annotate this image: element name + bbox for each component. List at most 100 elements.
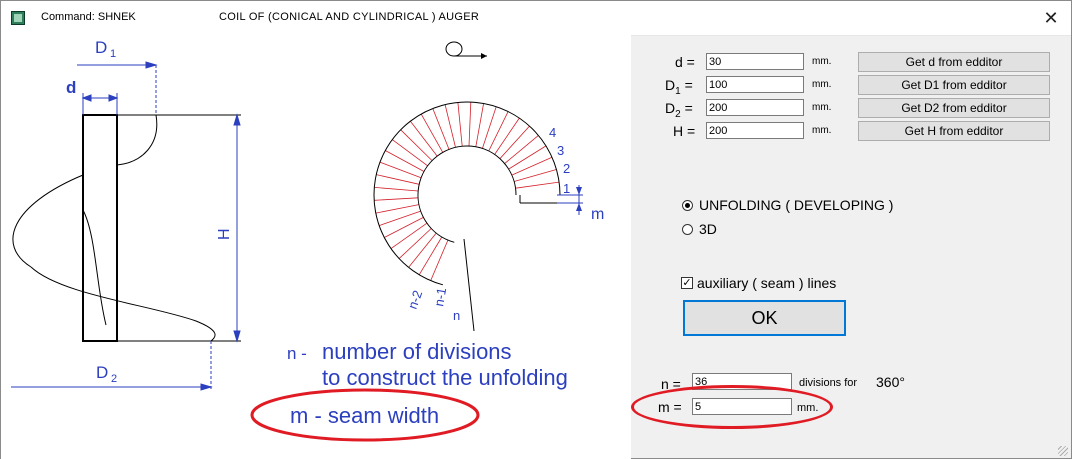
division-line — [430, 239, 449, 281]
unfolding-shape — [373, 41, 583, 332]
auger-diagram: D 1 d H D 2 1 2 3 4 n n-1 n-2 m n - numb… — [1, 35, 631, 459]
d1-label-eq: = — [684, 77, 693, 93]
unfolding-radio[interactable] — [682, 199, 693, 211]
d2-input[interactable] — [706, 99, 804, 116]
division-line — [408, 232, 437, 268]
division-line — [508, 145, 547, 170]
d1-label-main: D — [665, 77, 676, 93]
m-explanation: m - seam width — [290, 403, 439, 428]
d-arrow-left — [81, 94, 92, 102]
division-line — [374, 187, 419, 192]
division-line — [515, 181, 560, 189]
n-explanation-line2: to construct the unfolding — [322, 365, 568, 390]
command-name: Command: SHNEK — [41, 11, 136, 23]
auxiliary-lines-label: auxiliary ( seam ) lines — [697, 275, 837, 291]
auger-profile — [12, 114, 241, 342]
d2-label-sub: 2 — [675, 108, 681, 120]
get-d-button[interactable]: Get d from edditor — [858, 52, 1050, 72]
resize-grip[interactable] — [1058, 446, 1068, 456]
unfolding-option[interactable]: UNFOLDING ( DEVELOPING ) — [682, 197, 893, 213]
ok-button[interactable]: OK — [683, 300, 846, 336]
division-line — [375, 204, 419, 214]
m-input-highlight — [631, 385, 833, 429]
seg-label-1: 1 — [563, 181, 570, 196]
d-arrow-right — [108, 94, 119, 102]
m-arrow-top — [576, 187, 582, 195]
label-m: m — [591, 206, 604, 223]
division-line — [475, 103, 484, 147]
division-line — [392, 139, 428, 167]
auxiliary-lines-option[interactable]: ✓ auxiliary ( seam ) lines — [681, 275, 836, 291]
label-d1-sub: 1 — [110, 48, 116, 60]
division-line — [398, 228, 432, 259]
d-label: d = — [675, 54, 695, 70]
label-d: d — [66, 78, 76, 97]
division-line — [482, 106, 497, 149]
title-bar: Command: SHNEK COIL OF (CONICAL AND CYLI… — [1, 1, 1071, 36]
seg-label-n-2: n-2 — [405, 288, 426, 311]
division-line — [420, 113, 444, 153]
dialog-title: COIL OF (CONICAL AND CYLINDRICAL ) AUGER — [219, 11, 480, 23]
d1-unit: mm. — [812, 79, 832, 90]
coil-bottom — [30, 266, 216, 342]
parameters-panel: d = mm. Get d from edditor D1 = mm. Get … — [631, 35, 1071, 459]
seg-label-2: 2 — [563, 161, 570, 176]
division-line — [410, 120, 438, 157]
auxiliary-lines-checkbox[interactable]: ✓ — [681, 277, 693, 289]
shaft-rect — [82, 114, 118, 342]
n-suffix: divisions for — [799, 377, 858, 389]
seg-label-3: 3 — [557, 143, 564, 158]
d2-unit: mm. — [812, 102, 832, 113]
n-explanation-line1: number of divisions — [322, 339, 512, 364]
outer-arc — [373, 101, 561, 286]
coil-inner — [82, 209, 107, 326]
inner-arc — [417, 145, 517, 243]
d2-label: D2 = — [665, 100, 693, 120]
seg-label-4: 4 — [549, 125, 556, 140]
d2-label-eq: = — [684, 100, 693, 116]
app-icon — [11, 11, 25, 25]
3d-radio[interactable] — [682, 223, 693, 235]
d-unit: mm. — [812, 56, 832, 67]
coil-left — [12, 174, 84, 268]
d1-label-sub: 1 — [675, 85, 681, 97]
seg-label-n-1: n-1 — [431, 286, 449, 307]
close-icon[interactable]: ✕ — [1037, 5, 1065, 31]
dimension-labels: D 1 d H D 2 — [66, 38, 233, 385]
label-d1: D — [95, 38, 107, 57]
h-label: H = — [673, 123, 696, 139]
division-line — [400, 129, 433, 161]
diagram-svg: D 1 d H D 2 1 2 3 4 n n-1 n-2 m n - numb… — [11, 38, 605, 442]
rotation-arrow-head — [481, 53, 487, 59]
division-line — [504, 135, 539, 164]
division-line — [432, 108, 450, 150]
get-d2-button[interactable]: Get D2 from edditor — [858, 98, 1050, 118]
unfolding-label: UNFOLDING ( DEVELOPING ) — [699, 197, 894, 213]
h-input[interactable] — [706, 122, 804, 139]
d-input[interactable] — [706, 53, 804, 70]
division-line — [488, 111, 509, 152]
seam-edge-end — [463, 238, 475, 332]
division-line — [468, 102, 472, 147]
3d-option[interactable]: 3D — [682, 221, 717, 237]
explanations: n - number of divisions to construct the… — [287, 339, 568, 428]
m-arrow-bottom — [576, 203, 582, 211]
division-line — [385, 150, 425, 172]
division-line — [384, 217, 424, 238]
h-arrow-bottom — [233, 330, 241, 343]
label-d2-sub: 2 — [111, 373, 117, 385]
segment-labels: 1 2 3 4 n n-1 n-2 m — [405, 125, 605, 323]
division-line — [379, 161, 422, 179]
d2-label-main: D — [665, 100, 676, 116]
h-arrow-top — [233, 113, 241, 126]
get-d1-button[interactable]: Get D1 from edditor — [858, 75, 1050, 95]
division-line — [418, 236, 443, 276]
division-line — [444, 104, 456, 148]
shnek-dialog: Command: SHNEK COIL OF (CONICAL AND CYLI… — [0, 0, 1072, 459]
seg-label-n: n — [453, 308, 460, 323]
get-h-button[interactable]: Get H from edditor — [858, 121, 1050, 141]
dimensions — [11, 61, 241, 391]
h-unit: mm. — [812, 125, 832, 136]
d1-arrow — [145, 61, 158, 69]
d1-input[interactable] — [706, 76, 804, 93]
